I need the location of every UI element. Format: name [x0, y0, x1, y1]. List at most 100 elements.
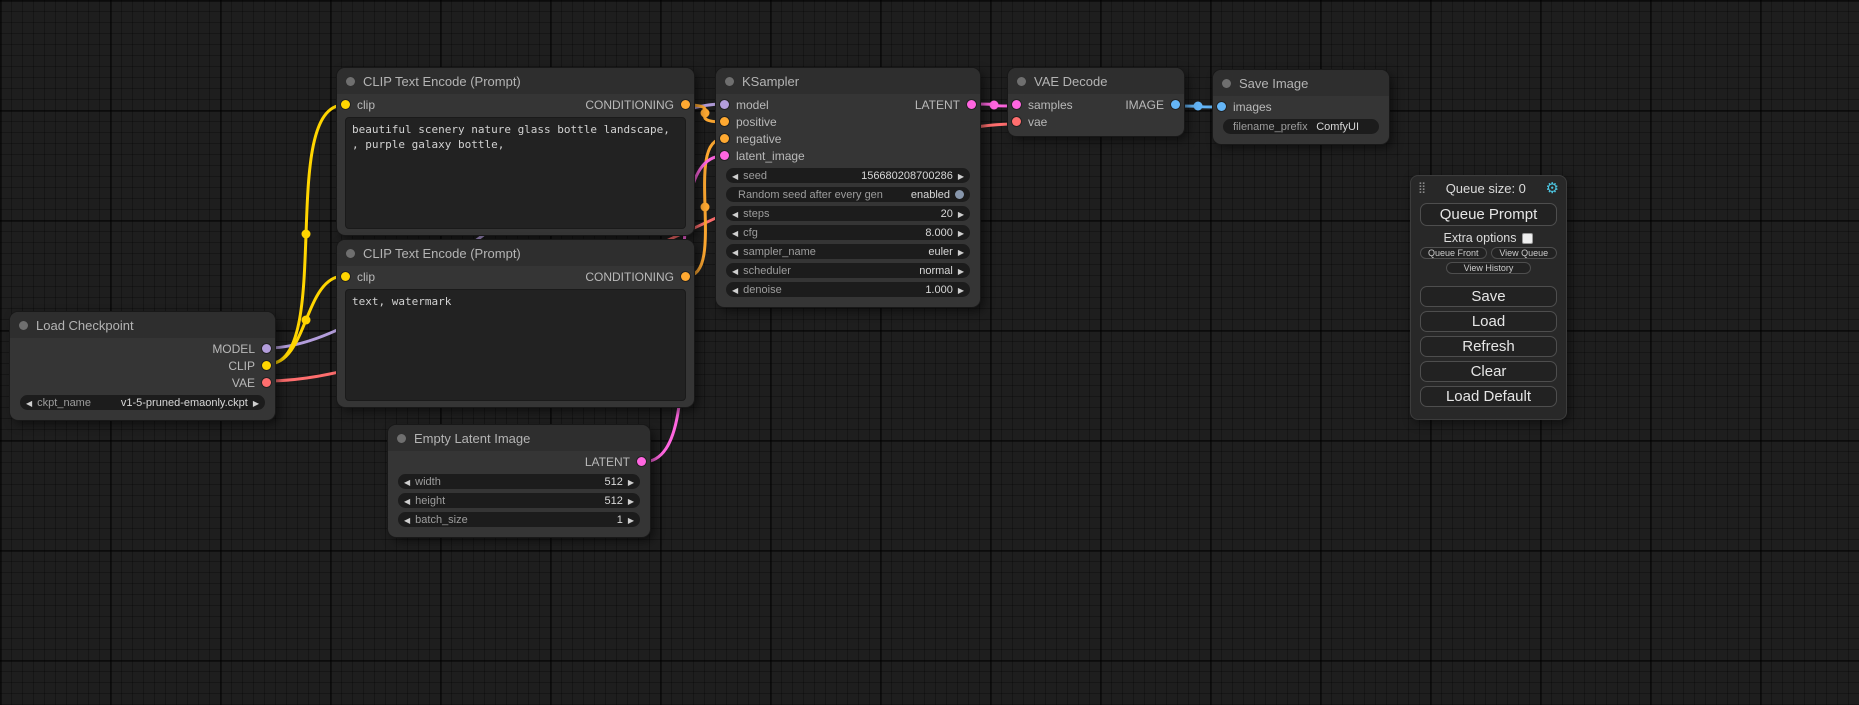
input-port-model[interactable] [720, 100, 729, 109]
node-collapse-dot[interactable] [397, 434, 406, 443]
node-title-bar[interactable]: Empty Latent Image [388, 425, 650, 451]
input-slot-images[interactable]: images [1217, 100, 1272, 114]
decrement-arrow-icon[interactable] [26, 397, 32, 409]
output-port-latent[interactable] [637, 457, 646, 466]
node-collapse-dot[interactable] [725, 77, 734, 86]
view-queue-button[interactable]: View Queue [1491, 247, 1558, 259]
increment-arrow-icon[interactable] [628, 476, 634, 488]
input-port-clip[interactable] [341, 272, 350, 281]
widget-height[interactable]: height 512 [398, 493, 640, 508]
widget-sampler-name[interactable]: sampler_name euler [726, 244, 970, 259]
input-slot-positive[interactable]: positive [720, 115, 777, 129]
output-port-conditioning[interactable] [681, 272, 690, 281]
extra-options-checkbox[interactable] [1522, 233, 1533, 244]
widget-width[interactable]: width 512 [398, 474, 640, 489]
output-slot-model[interactable]: MODEL [212, 342, 271, 356]
node-vae-decode[interactable]: VAE Decode samples IMAGE vae [1008, 68, 1184, 136]
node-collapse-dot[interactable] [346, 77, 355, 86]
negative-prompt-textarea[interactable]: text, watermark [345, 289, 686, 401]
decrement-arrow-icon[interactable] [404, 495, 410, 507]
input-slot-clip[interactable]: clip [341, 98, 375, 112]
widget-seed[interactable]: seed 156680208700286 [726, 168, 970, 183]
node-ksampler[interactable]: KSampler model LATENT positive negative [716, 68, 980, 307]
input-port-images[interactable] [1217, 102, 1226, 111]
node-collapse-dot[interactable] [1222, 79, 1231, 88]
queue-prompt-button[interactable]: Queue Prompt [1420, 203, 1557, 226]
increment-arrow-icon[interactable] [958, 265, 964, 277]
node-title-bar[interactable]: VAE Decode [1008, 68, 1184, 94]
input-port-vae[interactable] [1012, 117, 1021, 126]
node-title-bar[interactable]: Save Image [1213, 70, 1389, 96]
decrement-arrow-icon[interactable] [732, 246, 738, 258]
decrement-arrow-icon[interactable] [404, 476, 410, 488]
increment-arrow-icon[interactable] [958, 170, 964, 182]
node-collapse-dot[interactable] [19, 321, 28, 330]
node-title-bar[interactable]: CLIP Text Encode (Prompt) [337, 68, 694, 94]
node-load-checkpoint[interactable]: Load Checkpoint MODEL CLIP VAE ckpt_name… [10, 312, 275, 420]
decrement-arrow-icon[interactable] [732, 227, 738, 239]
output-slot-latent[interactable]: LATENT [915, 98, 976, 112]
output-slot-image[interactable]: IMAGE [1125, 98, 1180, 112]
increment-arrow-icon[interactable] [958, 208, 964, 220]
input-port-samples[interactable] [1012, 100, 1021, 109]
increment-arrow-icon[interactable] [958, 227, 964, 239]
decrement-arrow-icon[interactable] [404, 514, 410, 526]
widget-denoise[interactable]: denoise 1.000 [726, 282, 970, 297]
node-clip-text-encode-negative[interactable]: CLIP Text Encode (Prompt) clip CONDITION… [337, 240, 694, 407]
output-port-conditioning[interactable] [681, 100, 690, 109]
input-port-clip[interactable] [341, 100, 350, 109]
input-port-latent-image[interactable] [720, 151, 729, 160]
node-clip-text-encode-positive[interactable]: CLIP Text Encode (Prompt) clip CONDITION… [337, 68, 694, 235]
input-slot-model[interactable]: model [720, 98, 769, 112]
queue-front-button[interactable]: Queue Front [1420, 247, 1487, 259]
output-port-clip[interactable] [262, 361, 271, 370]
input-port-positive[interactable] [720, 117, 729, 126]
node-empty-latent-image[interactable]: Empty Latent Image LATENT width 512 heig… [388, 425, 650, 537]
node-collapse-dot[interactable] [1017, 77, 1026, 86]
drag-handle-icon[interactable]: ⣿ [1418, 183, 1426, 194]
input-slot-latent-image[interactable]: latent_image [720, 149, 805, 163]
toggle-knob-icon[interactable] [955, 190, 964, 199]
increment-arrow-icon[interactable] [958, 246, 964, 258]
node-title-bar[interactable]: CLIP Text Encode (Prompt) [337, 240, 694, 266]
output-slot-latent[interactable]: LATENT [585, 455, 646, 469]
increment-arrow-icon[interactable] [958, 284, 964, 296]
input-port-negative[interactable] [720, 134, 729, 143]
widget-scheduler[interactable]: scheduler normal [726, 263, 970, 278]
widget-filename-prefix[interactable]: filename_prefix ComfyUI [1223, 119, 1379, 134]
settings-gear-icon[interactable]: ⚙ [1546, 181, 1559, 196]
node-title-bar[interactable]: KSampler [716, 68, 980, 94]
positive-prompt-textarea[interactable]: beautiful scenery nature glass bottle la… [345, 117, 686, 229]
decrement-arrow-icon[interactable] [732, 208, 738, 220]
widget-ckpt-name[interactable]: ckpt_name v1-5-pruned-emaonly.ckpt [20, 395, 265, 410]
refresh-button[interactable]: Refresh [1420, 336, 1557, 357]
node-save-image[interactable]: Save Image images filename_prefix ComfyU… [1213, 70, 1389, 144]
increment-arrow-icon[interactable] [628, 514, 634, 526]
load-button[interactable]: Load [1420, 311, 1557, 332]
increment-arrow-icon[interactable] [628, 495, 634, 507]
clear-button[interactable]: Clear [1420, 361, 1557, 382]
widget-random-seed-toggle[interactable]: Random seed after every gen enabled [726, 187, 970, 202]
output-slot-conditioning[interactable]: CONDITIONING [585, 98, 690, 112]
widget-batch-size[interactable]: batch_size 1 [398, 512, 640, 527]
node-collapse-dot[interactable] [346, 249, 355, 258]
view-history-button[interactable]: View History [1446, 262, 1531, 274]
node-title-bar[interactable]: Load Checkpoint [10, 312, 275, 338]
load-default-button[interactable]: Load Default [1420, 386, 1557, 407]
output-slot-conditioning[interactable]: CONDITIONING [585, 270, 690, 284]
save-button[interactable]: Save [1420, 286, 1557, 307]
comfyui-canvas[interactable]: { "wire_colors": { "model": "#B39DDB", "… [0, 0, 1859, 705]
output-port-model[interactable] [262, 344, 271, 353]
decrement-arrow-icon[interactable] [732, 265, 738, 277]
input-slot-negative[interactable]: negative [720, 132, 781, 146]
widget-steps[interactable]: steps 20 [726, 206, 970, 221]
decrement-arrow-icon[interactable] [732, 170, 738, 182]
decrement-arrow-icon[interactable] [732, 284, 738, 296]
input-slot-samples[interactable]: samples [1012, 98, 1073, 112]
input-slot-vae[interactable]: vae [1012, 115, 1047, 129]
output-port-vae[interactable] [262, 378, 271, 387]
output-slot-clip[interactable]: CLIP [228, 359, 271, 373]
output-slot-vae[interactable]: VAE [232, 376, 271, 390]
widget-cfg[interactable]: cfg 8.000 [726, 225, 970, 240]
output-port-image[interactable] [1171, 100, 1180, 109]
